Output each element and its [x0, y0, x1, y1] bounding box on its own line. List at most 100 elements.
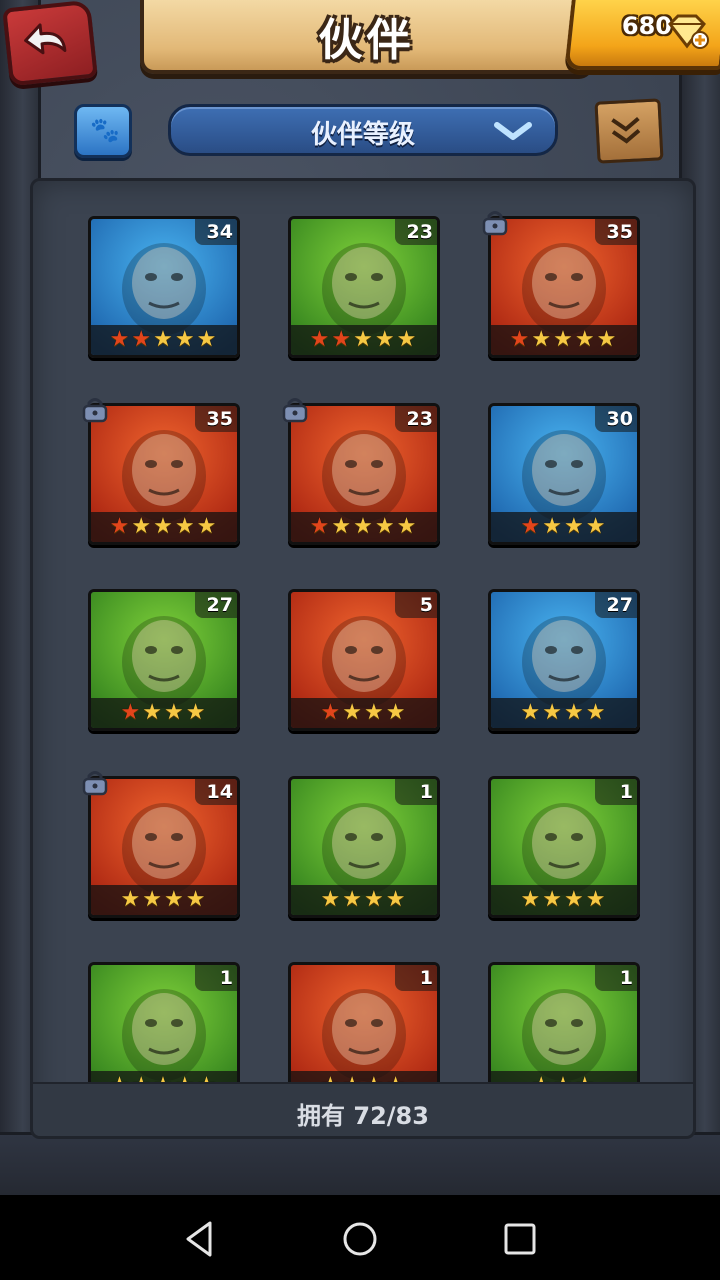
hero-card[interactable]: 34 ★★★★★: [88, 216, 240, 358]
hero-star-rating: ★★★★★: [291, 325, 437, 355]
star-icon: ★: [342, 700, 364, 725]
star-icon: ★: [109, 327, 132, 352]
star-icon: ★: [185, 700, 208, 725]
lock-icon: [82, 398, 108, 423]
star-icon: ★: [531, 327, 554, 352]
hero-level: 27: [595, 592, 637, 618]
lock-icon: [282, 398, 308, 423]
star-icon: ★: [331, 327, 354, 352]
hero-card[interactable]: 1★★★★: [488, 776, 640, 918]
star-icon: ★: [374, 327, 397, 352]
hero-card[interactable]: 23 ★★★★★: [288, 403, 440, 545]
star-icon: ★: [353, 514, 375, 539]
star-icon: ★: [542, 514, 564, 539]
sort-dropdown[interactable]: 伙伴等级: [168, 104, 558, 156]
star-icon: ★: [309, 514, 332, 539]
star-icon: ★: [174, 514, 197, 539]
lock-icon: [482, 211, 508, 236]
hero-level: 1: [395, 965, 437, 991]
title-banner: 伙伴: [140, 0, 593, 74]
hero-star-rating: ★★★★★: [91, 325, 237, 355]
hero-star-rating: ★★★★: [291, 885, 437, 915]
hero-level: 35: [195, 406, 237, 432]
diamond-plus-icon[interactable]: [666, 14, 710, 50]
hero-card[interactable]: 27 ★★★★: [488, 589, 640, 731]
hero-star-rating: ★★★★: [491, 698, 637, 728]
hero-level: 14: [195, 779, 237, 805]
hero-grid: 34 ★★★★★ 23 ★★★★★ 35 ★★★★★ 35 ★★★★★ 23 ★★★★★ 30 ★★★…: [33, 181, 693, 1084]
hero-card[interactable]: 1★★★★★: [88, 962, 240, 1084]
star-icon: ★: [564, 887, 586, 912]
hero-card[interactable]: 35 ★★★★★: [88, 403, 240, 545]
hero-level: 1: [195, 965, 237, 991]
hero-card[interactable]: 27 ★★★★: [88, 589, 240, 731]
hero-card[interactable]: 1★★★: [488, 962, 640, 1084]
rock-frame-bottom: [0, 1132, 720, 1195]
star-icon: ★: [320, 700, 343, 725]
hero-star-rating: ★★★★★: [291, 512, 437, 542]
hero-card[interactable]: 1★★★★: [288, 962, 440, 1084]
hero-level: 5: [395, 592, 437, 618]
star-icon: ★: [331, 514, 354, 539]
star-icon: ★: [153, 327, 175, 352]
hero-star-rating: ★★★★: [491, 512, 637, 542]
star-icon: ★: [131, 514, 154, 539]
star-icon: ★: [520, 514, 543, 539]
star-icon: ★: [120, 700, 143, 725]
owned-count-bar: 拥有 72/83: [33, 1082, 693, 1136]
hero-star-rating: ★★★★: [91, 698, 237, 728]
star-icon: ★: [396, 327, 419, 352]
star-icon: ★: [196, 514, 219, 539]
star-icon: ★: [520, 887, 543, 912]
star-icon: ★: [364, 700, 386, 725]
nav-home-icon[interactable]: [338, 1217, 382, 1261]
star-icon: ★: [542, 700, 564, 725]
map-button[interactable]: [594, 98, 664, 164]
star-icon: ★: [509, 327, 532, 352]
star-icon: ★: [196, 327, 219, 352]
back-button[interactable]: [2, 0, 98, 87]
hero-card[interactable]: 23 ★★★★★: [288, 216, 440, 358]
map-scroll-icon: [611, 116, 641, 144]
star-icon: ★: [153, 514, 175, 539]
star-icon: ★: [553, 327, 575, 352]
star-icon: ★: [185, 887, 208, 912]
filter-button[interactable]: 🐾: [74, 104, 132, 158]
nav-back-icon[interactable]: [178, 1217, 222, 1261]
hero-level: 1: [595, 965, 637, 991]
star-icon: ★: [164, 887, 186, 912]
star-icon: ★: [542, 887, 564, 912]
hero-card[interactable]: 14 ★★★★: [88, 776, 240, 918]
game-screen: 伙伴 680 🐾 伙伴等级 34 ★★★★★ 23 ★★★★★ 35 ★★★★★ 35 ★★★…: [0, 0, 720, 1195]
hero-level: 23: [395, 406, 437, 432]
paw-icon: 🐾: [90, 116, 120, 144]
star-icon: ★: [585, 514, 608, 539]
star-icon: ★: [564, 514, 586, 539]
hero-card[interactable]: 5 ★★★★: [288, 589, 440, 731]
hero-card[interactable]: 1 ★★★★: [288, 776, 440, 918]
star-icon: ★: [309, 327, 332, 352]
lock-icon: [82, 771, 108, 796]
star-icon: ★: [585, 887, 608, 912]
owned-count-label: 拥有 72/83: [297, 1102, 429, 1130]
nav-recents-icon[interactable]: [498, 1217, 542, 1261]
android-nav-bar: [0, 1195, 720, 1280]
page-title: 伙伴: [318, 15, 415, 66]
hero-star-rating: ★★★★: [91, 885, 237, 915]
hero-level: 34: [195, 219, 237, 245]
hero-star-rating: ★★★★★: [491, 325, 637, 355]
hero-card[interactable]: 30 ★★★★: [488, 403, 640, 545]
star-icon: ★: [574, 327, 597, 352]
hero-card[interactable]: 35 ★★★★★: [488, 216, 640, 358]
star-icon: ★: [131, 327, 154, 352]
hero-level: 1: [595, 779, 637, 805]
hero-star-rating: ★★★★: [291, 698, 437, 728]
hero-level: 23: [395, 219, 437, 245]
star-icon: ★: [585, 700, 608, 725]
star-icon: ★: [596, 327, 619, 352]
hero-level: 27: [195, 592, 237, 618]
hero-level: 1: [395, 779, 437, 805]
star-icon: ★: [164, 700, 186, 725]
star-icon: ★: [364, 887, 386, 912]
star-icon: ★: [520, 700, 543, 725]
